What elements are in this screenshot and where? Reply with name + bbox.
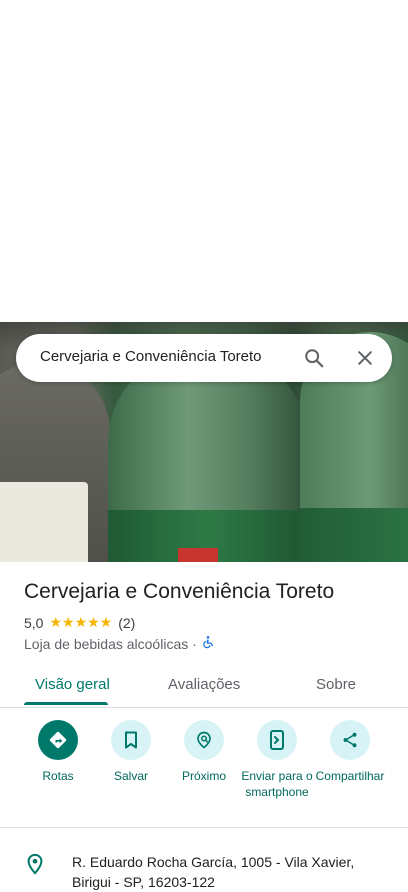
star-rating-icon: ★★★★★ <box>49 614 113 630</box>
tab-reviews[interactable]: Avaliações <box>168 676 240 693</box>
place-category: Loja de bebidas alcoólicas <box>24 635 189 652</box>
save-label: Salvar <box>113 769 148 783</box>
category-row: Loja de bebidas alcoólicas · <box>24 635 215 652</box>
directions-label: Rotas <box>42 769 74 783</box>
active-tab-indicator <box>24 702 108 705</box>
bottle-left <box>0 362 110 562</box>
share-label: Compartilhar <box>315 769 385 783</box>
tab-about[interactable]: Sobre <box>316 676 356 693</box>
map-area[interactable] <box>0 0 408 322</box>
nearby-label: Próximo <box>181 769 226 783</box>
reviews-count[interactable]: (2) <box>118 615 135 631</box>
send-to-phone-icon <box>257 720 297 760</box>
address-text[interactable]: R. Eduardo Rocha García, 1005 - Vila Xav… <box>72 852 372 892</box>
share-icon <box>330 720 370 760</box>
tab-overview[interactable]: Visão geral <box>35 676 110 693</box>
search-icon[interactable] <box>300 344 328 372</box>
search-bar[interactable]: Cervejaria e Conveniência Toreto <box>16 334 392 382</box>
send-to-phone-label: Enviar para o smartphone <box>241 769 313 799</box>
save-button[interactable]: Salvar <box>91 720 171 784</box>
place-title: Cervejaria e Conveniência Toreto <box>24 580 335 603</box>
nearby-icon <box>184 720 224 760</box>
search-query[interactable]: Cervejaria e Conveniência Toreto <box>40 348 262 365</box>
separator: · <box>192 635 197 652</box>
bookmark-icon <box>111 720 151 760</box>
rating-value: 5,0 <box>24 614 44 631</box>
nearby-button[interactable]: Próximo <box>164 720 244 784</box>
close-icon[interactable] <box>351 344 379 372</box>
wheelchair-accessible-icon <box>201 635 215 652</box>
location-pin-icon <box>24 852 46 881</box>
tab-bar: Visão geral Avaliações Sobre <box>0 665 408 708</box>
send-to-phone-button[interactable]: Enviar para o smartphone <box>237 720 317 800</box>
rating-row[interactable]: 5,0 ★★★★★ (2) <box>24 614 135 631</box>
section-divider <box>0 827 408 828</box>
bottle-center <box>108 352 308 562</box>
directions-icon <box>38 720 78 760</box>
share-button[interactable]: Compartilhar <box>310 720 390 784</box>
directions-button[interactable]: Rotas <box>18 720 98 784</box>
